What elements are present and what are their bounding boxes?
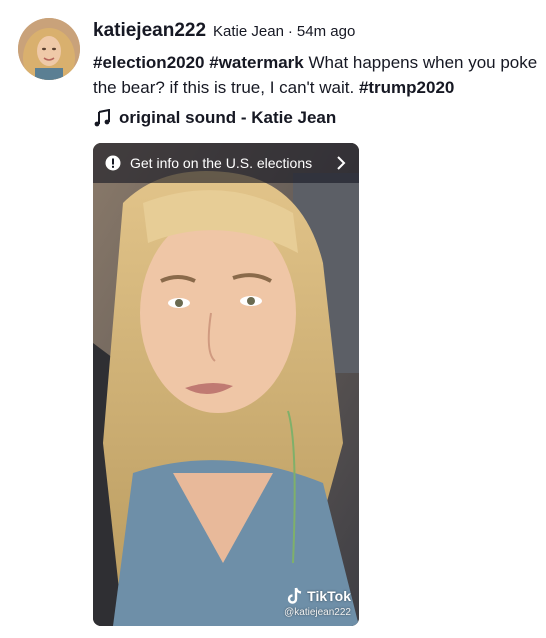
hashtag-trump2020[interactable]: #trump2020 (359, 78, 454, 97)
watermark-handle: @katiejean222 (284, 607, 351, 618)
tiktok-watermark: TikTok @katiejean222 (284, 587, 351, 618)
banner-text: Get info on the U.S. elections (130, 155, 313, 171)
username-link[interactable]: katiejean222 (93, 20, 206, 42)
sound-label: original sound - Katie Jean (119, 108, 337, 127)
avatar[interactable] (18, 18, 80, 80)
hashtag-watermark[interactable]: #watermark (209, 53, 304, 72)
post-time: 54m ago (296, 23, 356, 40)
post-caption: #election2020 #watermark What happens wh… (93, 50, 538, 100)
music-note-icon (93, 109, 111, 127)
hashtag-election2020[interactable]: #election2020 (93, 53, 205, 72)
nickname: Katie Jean (213, 23, 284, 40)
separator: · (287, 23, 293, 40)
tiktok-logo-icon (287, 587, 303, 605)
info-icon (105, 155, 121, 171)
watermark-brand: TikTok (307, 588, 351, 604)
user-line: katiejean222 Katie Jean · 54m ago (93, 20, 538, 42)
chevron-right-icon (335, 156, 347, 170)
video-player[interactable]: Get info on the U.S. elections TikTok @k… (93, 143, 359, 626)
election-info-banner[interactable]: Get info on the U.S. elections (93, 143, 359, 183)
sound-link[interactable]: original sound - Katie Jean (93, 108, 538, 128)
video-frame (93, 143, 359, 626)
post-header: katiejean222 Katie Jean · 54m ago #elect… (93, 20, 538, 128)
